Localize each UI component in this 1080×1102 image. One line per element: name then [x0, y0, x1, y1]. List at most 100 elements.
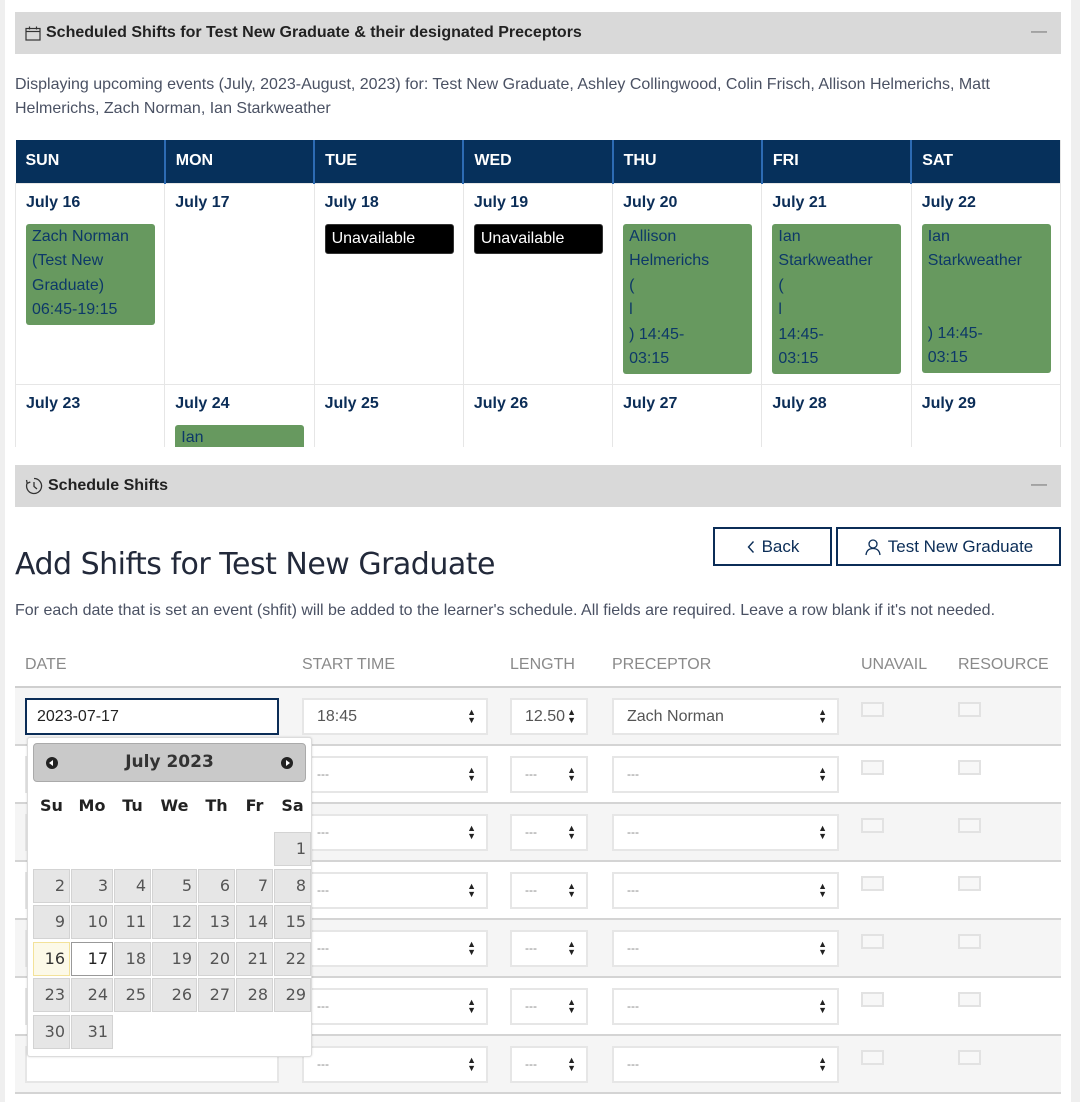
event-text-line: l	[629, 301, 633, 318]
datepicker-day[interactable]: 23	[33, 978, 70, 1012]
calendar-day-cell[interactable]: July 18 Unavailable	[313, 182, 464, 385]
length-select[interactable]: 12.50 ▲ ▼	[510, 698, 588, 735]
preceptor-select[interactable]: --- ▲ ▼	[612, 756, 839, 793]
resource-checkbox[interactable]	[958, 876, 981, 891]
datepicker-weekday: Th	[205, 796, 228, 815]
resource-checkbox[interactable]	[958, 702, 981, 717]
datepicker-day[interactable]: 9	[33, 905, 70, 939]
collapse-scheduled-button[interactable]: —	[1031, 23, 1047, 41]
datepicker-day[interactable]: 22	[274, 941, 311, 976]
datepicker-day[interactable]: 19	[152, 941, 197, 976]
calendar-day-cell[interactable]: July 20 Allison Helmerichs (l) 14:45- 03:15	[612, 182, 763, 385]
unavailable-event[interactable]: Unavailable	[324, 223, 454, 254]
datepicker-day[interactable]: 30	[33, 1014, 70, 1049]
datepicker-day[interactable]: 21	[236, 941, 273, 976]
preceptor-select[interactable]: Zach Norman ▲ ▼	[612, 698, 839, 735]
calendar-day-cell[interactable]: July 27	[612, 383, 763, 447]
datepicker-day[interactable]: 10	[71, 905, 113, 939]
datepicker-day[interactable]: 27	[198, 978, 235, 1012]
calendar-day-cell[interactable]: July 26	[462, 383, 614, 447]
datepicker-day[interactable]: 18	[114, 941, 151, 976]
unavailable-event[interactable]: Unavailable	[473, 223, 603, 254]
datepicker-day[interactable]: 29	[274, 978, 311, 1012]
unavail-checkbox[interactable]	[861, 760, 884, 775]
datepicker-day[interactable]: 7	[236, 868, 273, 903]
calendar-day-cell[interactable]: July 19 Unavailable	[462, 182, 614, 385]
length-select[interactable]: --- ▲ ▼	[510, 930, 588, 967]
datepicker-day[interactable]: 6	[198, 868, 235, 903]
shift-event[interactable]: Ian Starkweather (l 14:45- 03:15	[772, 223, 902, 374]
schedule-shifts-panel-header[interactable]: Schedule Shifts —	[15, 465, 1061, 507]
datepicker-day[interactable]: 1	[274, 832, 311, 866]
calendar-day-cell[interactable]: July 29	[910, 383, 1060, 447]
length-select[interactable]: --- ▲ ▼	[510, 756, 588, 793]
datepicker-day[interactable]: 5	[152, 868, 197, 903]
datepicker-day[interactable]: 26	[152, 978, 197, 1012]
length-select[interactable]: --- ▲ ▼	[510, 1046, 588, 1083]
start-time-select[interactable]: --- ▲ ▼	[302, 756, 488, 793]
preceptor-select[interactable]: --- ▲ ▼	[612, 988, 839, 1025]
back-button[interactable]: Back	[713, 527, 832, 566]
unavail-checkbox[interactable]	[861, 992, 884, 1007]
start-time-select[interactable]: 18:45 ▲ ▼	[302, 698, 488, 735]
start-time-select[interactable]: --- ▲ ▼	[302, 814, 488, 851]
length-select[interactable]: --- ▲ ▼	[510, 988, 588, 1025]
calendar-day-cell[interactable]: July 28	[761, 383, 912, 447]
datepicker-day[interactable]: 15	[274, 905, 311, 939]
scheduled-shifts-panel-header[interactable]: Scheduled Shifts for Test New Graduate &…	[15, 12, 1061, 54]
unavail-checkbox[interactable]	[861, 934, 884, 949]
length-select[interactable]: --- ▲ ▼	[510, 814, 588, 851]
start-time-select[interactable]: --- ▲ ▼	[302, 1046, 488, 1083]
calendar-day-cell[interactable]: July 22 Ian Starkweather) 14:45- 03:15	[910, 182, 1060, 385]
date-input[interactable]: 2023-07-17	[25, 698, 279, 735]
datepicker-day[interactable]: 4	[114, 868, 151, 903]
shift-event[interactable]: Zach Norman (Test New Graduate) 06:45-19:15	[26, 223, 155, 325]
start-time-select[interactable]: --- ▲ ▼	[302, 988, 488, 1025]
unavail-checkbox[interactable]	[861, 702, 884, 717]
datepicker-day[interactable]: 3	[71, 868, 113, 903]
calendar-day-cell[interactable]: July 24 IanStarkweather	[164, 383, 315, 447]
datepicker-day[interactable]: 16	[33, 941, 70, 976]
start-time-select[interactable]: --- ▲ ▼	[302, 930, 488, 967]
shift-event[interactable]: IanStarkweather	[175, 424, 305, 447]
learner-profile-button[interactable]: Test New Graduate	[836, 527, 1061, 566]
preceptor-select[interactable]: --- ▲ ▼	[612, 930, 839, 967]
datepicker-day[interactable]: 11	[114, 905, 151, 939]
resource-checkbox[interactable]	[958, 934, 981, 949]
shift-event[interactable]: Ian Starkweather) 14:45- 03:15	[921, 223, 1051, 373]
resource-checkbox[interactable]	[958, 992, 981, 1007]
datepicker-day[interactable]: 8	[274, 868, 311, 903]
calendar-day-cell[interactable]: July 17	[164, 182, 315, 385]
datepicker-day[interactable]: 17	[71, 941, 113, 976]
prev-month-icon[interactable]	[46, 757, 58, 769]
datepicker-day[interactable]: 13	[198, 905, 235, 939]
start-time-value: ---	[317, 883, 329, 897]
length-select[interactable]: --- ▲ ▼	[510, 872, 588, 909]
datepicker-day[interactable]: 14	[236, 905, 273, 939]
datepicker-day[interactable]: 24	[71, 978, 113, 1012]
calendar-day-cell[interactable]: July 23	[15, 383, 166, 447]
preceptor-select[interactable]: --- ▲ ▼	[612, 1046, 839, 1083]
unavail-checkbox[interactable]	[861, 818, 884, 833]
page-scrollbar[interactable]	[1071, 0, 1080, 1102]
resource-checkbox[interactable]	[958, 818, 981, 833]
resource-checkbox[interactable]	[958, 1050, 981, 1065]
preceptor-select[interactable]: --- ▲ ▼	[612, 872, 839, 909]
next-month-icon[interactable]	[281, 757, 293, 769]
datepicker-day[interactable]: 25	[114, 978, 151, 1012]
datepicker-day[interactable]: 28	[236, 978, 273, 1012]
datepicker-day[interactable]: 20	[198, 941, 235, 976]
calendar-day-cell[interactable]: July 16 Zach Norman (Test New Graduate) 06:4…	[15, 182, 166, 385]
shift-event[interactable]: Allison Helmerichs (l) 14:45- 03:15	[623, 223, 753, 374]
calendar-day-cell[interactable]: July 25	[313, 383, 464, 447]
datepicker-day[interactable]: 31	[71, 1014, 113, 1049]
calendar-day-cell[interactable]: July 21 Ian Starkweather (l 14:45- 03:15	[761, 182, 912, 385]
start-time-select[interactable]: --- ▲ ▼	[302, 872, 488, 909]
preceptor-select[interactable]: --- ▲ ▼	[612, 814, 839, 851]
resource-checkbox[interactable]	[958, 760, 981, 775]
collapse-schedule-button[interactable]: —	[1031, 476, 1047, 494]
unavail-checkbox[interactable]	[861, 876, 884, 891]
unavail-checkbox[interactable]	[861, 1050, 884, 1065]
datepicker-day[interactable]: 12	[152, 905, 197, 939]
datepicker-day[interactable]: 2	[33, 868, 70, 903]
